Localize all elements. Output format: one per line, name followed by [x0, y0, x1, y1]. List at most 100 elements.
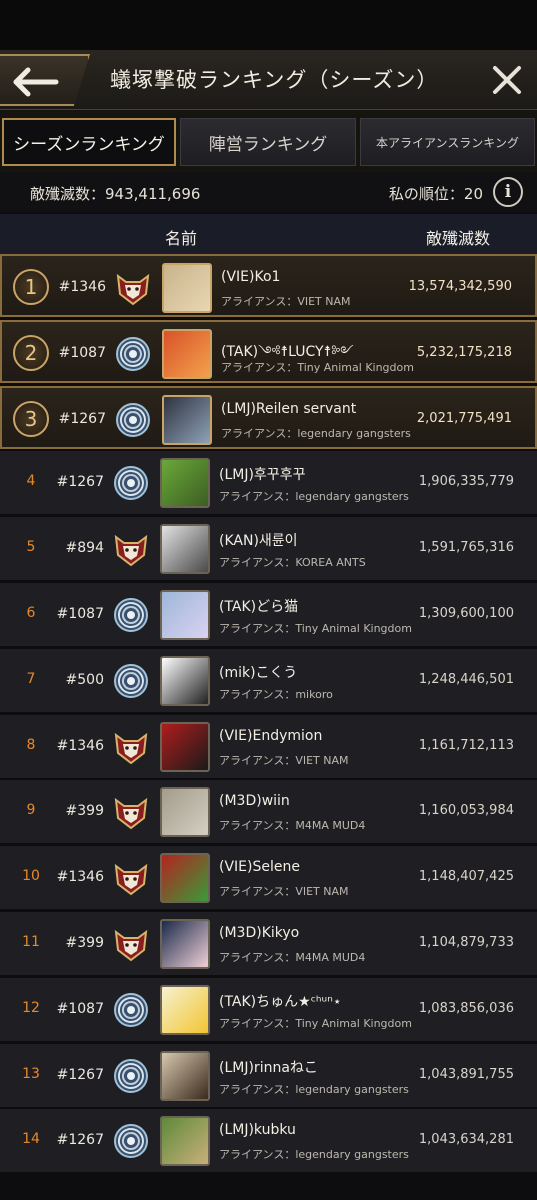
rank-number: 5 [26, 539, 36, 555]
ranking-list[interactable]: 1 #1346 (VIE)Ko1 アライアンス：VIET NAM 13,574,342,… [0, 254, 537, 1200]
ranking-row[interactable]: 4 #1267 (LMJ)후꾸후꾸 アライアンス：legendary gangster… [0, 451, 537, 514]
player-name: (M3D)wiin [219, 793, 290, 809]
kill-score: 1,043,634,281 [418, 1132, 514, 1147]
server-number: #1346 [56, 869, 104, 885]
alliance-name: アライアンス：legendary gangsters [219, 490, 409, 503]
server-number: #1346 [56, 738, 104, 754]
shell-emblem-icon [110, 595, 152, 635]
info-icon[interactable]: i [493, 177, 523, 207]
player-name: (LMJ)kubku [219, 1122, 296, 1138]
alliance-name: アライアンス：VIET NAM [219, 754, 349, 767]
player-name: (VIE)Ko1 [221, 269, 281, 285]
top-bar: 蟻塚撃破ランキング（シーズン） [0, 50, 537, 110]
alliance-name: アライアンス：legendary gangsters [221, 427, 411, 440]
fox-emblem-icon [112, 268, 154, 308]
alliance-name: アライアンス：KOREA ANTS [219, 556, 366, 569]
avatar[interactable] [162, 395, 212, 445]
server-number: #399 [65, 803, 104, 819]
avatar[interactable] [160, 722, 210, 772]
avatar[interactable] [162, 263, 212, 313]
tab-alliance-ranking[interactable]: 本アライアンスランキング [360, 118, 535, 166]
avatar[interactable] [160, 985, 210, 1035]
avatar[interactable] [160, 1116, 210, 1166]
ranking-row[interactable]: 10 #1346 (VIE)Selene アライアンス：VIET NAM 1,148,4… [0, 846, 537, 909]
alliance-name: アライアンス：mikoro [219, 688, 333, 701]
shell-emblem-icon [110, 1121, 152, 1161]
kill-score: 13,574,342,590 [408, 279, 512, 294]
ranking-row[interactable]: 8 #1346 (VIE)Endymion アライアンス：VIET NAM 1,161,… [0, 715, 537, 778]
shell-emblem-icon [110, 661, 152, 701]
ranking-row[interactable]: 7 #500 (mik)こくう アライアンス：mikoro 1,248,446,501 [0, 649, 537, 712]
avatar[interactable] [160, 524, 210, 574]
ranking-row[interactable]: 13 #1267 (LMJ)rinnaねこ アライアンス：legendary gang… [0, 1044, 537, 1107]
back-arrow-icon [13, 67, 59, 97]
ranking-row[interactable]: 1 #1346 (VIE)Ko1 アライアンス：VIET NAM 13,574,342,… [0, 254, 537, 317]
ranking-row[interactable]: 14 #1267 (LMJ)kubku アライアンス：legendary gangst… [0, 1109, 537, 1172]
ranking-row[interactable]: 5 #894 (KAN)새륜이 アライアンス：KOREA ANTS 1,591,765,… [0, 517, 537, 580]
column-score-label: 敵殲滅数 [426, 229, 491, 248]
avatar[interactable] [160, 458, 210, 508]
back-button[interactable] [0, 54, 90, 106]
fox-emblem-icon [110, 858, 152, 898]
close-button[interactable] [489, 62, 525, 98]
ranking-row[interactable]: 12 #1087 (TAK)ちゅん★ᶜʰᵘⁿ⋆ アライアンス：Tiny Animal … [0, 978, 537, 1041]
column-header: 名前 敵殲滅数 [0, 214, 537, 254]
ranking-row[interactable]: 11 #399 (M3D)Kikyo アライアンス：M4MA MUD4 1,104,87… [0, 912, 537, 975]
avatar[interactable] [160, 590, 210, 640]
alliance-name: アライアンス：VIET NAM [221, 295, 351, 308]
server-number: #894 [65, 540, 104, 556]
player-name: (KAN)새륜이 [219, 533, 298, 549]
ranking-row[interactable]: 6 #1087 (TAK)どら猫 アライアンス：Tiny Animal Kingdom… [0, 583, 537, 646]
total-kills: 敵殲滅数：943,411,696 [30, 185, 201, 203]
close-icon [493, 66, 521, 94]
tab-faction-ranking[interactable]: 陣営ランキング [180, 118, 356, 166]
rank-number: 13 [22, 1066, 40, 1082]
server-number: #1267 [56, 1132, 104, 1148]
avatar[interactable] [160, 656, 210, 706]
kill-score: 1,309,600,100 [418, 606, 514, 621]
avatar[interactable] [160, 787, 210, 837]
alliance-name: アライアンス：Tiny Animal Kingdom [219, 622, 412, 635]
page-title: 蟻塚撃破ランキング（シーズン） [110, 68, 439, 92]
avatar[interactable] [162, 329, 212, 379]
alliance-name: アライアンス：legendary gangsters [219, 1148, 409, 1161]
alliance-name: アライアンス：M4MA MUD4 [219, 951, 366, 964]
shell-emblem-icon [110, 990, 152, 1030]
avatar[interactable] [160, 919, 210, 969]
tab-season-ranking[interactable]: シーズンランキング [2, 118, 176, 166]
fox-emblem-icon [110, 792, 152, 832]
avatar[interactable] [160, 1051, 210, 1101]
alliance-name: アライアンス：Tiny Animal Kingdom [219, 1017, 412, 1030]
player-name: (LMJ)rinnaねこ [219, 1060, 318, 1076]
alliance-name: アライアンス：legendary gangsters [219, 1083, 409, 1096]
ranking-row[interactable]: 3 #1267 (LMJ)Reilen servant アライアンス：legendar… [0, 386, 537, 449]
kill-score: 1,248,446,501 [418, 672, 514, 687]
kill-score: 1,148,407,425 [418, 869, 514, 884]
shell-emblem-icon [110, 1056, 152, 1096]
kill-score: 1,906,335,779 [418, 474, 514, 489]
fox-emblem-icon [110, 924, 152, 964]
rank-number: 14 [22, 1131, 40, 1147]
rank-number: 7 [26, 671, 36, 687]
shell-emblem-icon [112, 334, 154, 374]
avatar[interactable] [160, 853, 210, 903]
fox-emblem-icon [110, 727, 152, 767]
player-name: (VIE)Selene [219, 859, 300, 875]
alliance-name: アライアンス：M4MA MUD4 [219, 819, 366, 832]
server-number: #1267 [58, 411, 106, 427]
player-name: (LMJ)후꾸후꾸 [219, 467, 306, 483]
my-rank: 私の順位：20 [388, 185, 483, 203]
ranking-row[interactable]: 9 #399 (M3D)wiin アライアンス：M4MA MUD4 1,160,053,… [0, 780, 537, 843]
rank-number: 12 [22, 1000, 40, 1016]
kill-score: 2,021,775,491 [416, 411, 512, 426]
rank-medal: 1 [13, 269, 49, 305]
ranking-row[interactable]: 2 #1087 (TAK)༺☨LUCY☨༻ アライアンス：Tiny Animal Ki… [0, 320, 537, 383]
server-number: #1087 [58, 345, 106, 361]
kill-score: 1,591,765,316 [418, 540, 514, 555]
alliance-name: アライアンス：VIET NAM [219, 885, 349, 898]
server-number: #1087 [56, 1001, 104, 1017]
rank-medal: 3 [13, 401, 49, 437]
rank-number: 4 [26, 473, 36, 489]
rank-number: 6 [26, 605, 36, 621]
player-name: (TAK)どら猫 [219, 599, 299, 615]
